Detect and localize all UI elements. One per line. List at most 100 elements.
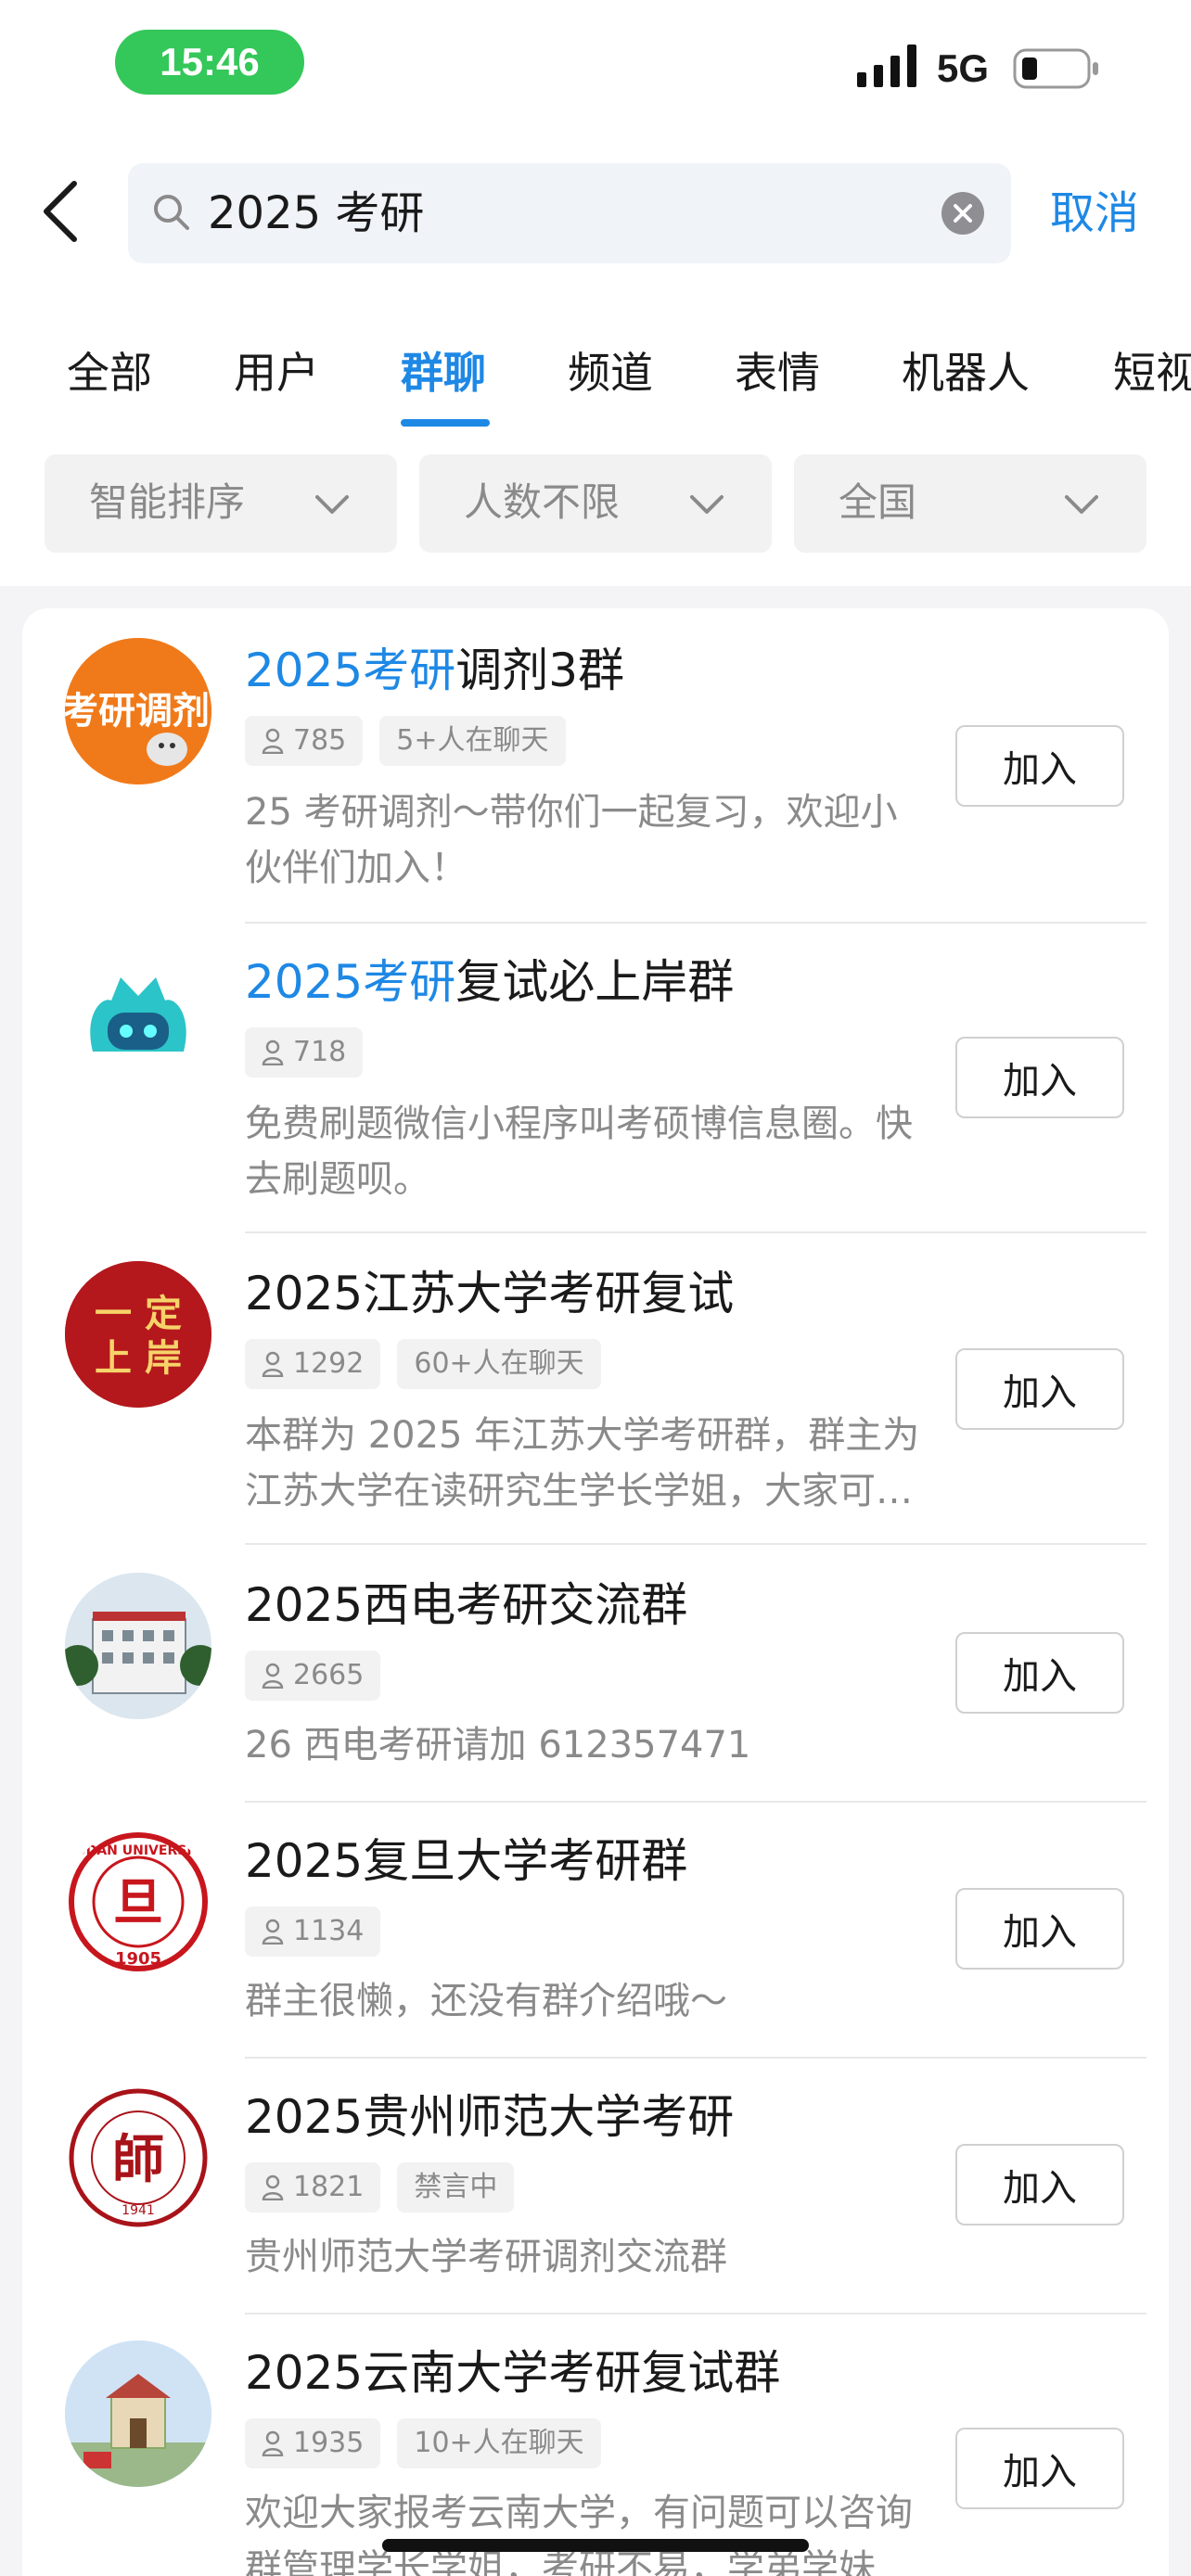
group-badges: 1821 禁言中 (245, 2162, 515, 2213)
activity-badge: 5+人在聊天 (379, 716, 566, 766)
campus-gate-avatar-icon (65, 2340, 211, 2487)
group-avatar (65, 1573, 211, 1719)
group-result-row[interactable]: 2025西电考研交流群 2665 26 西电考研请加 612357471 加入 (22, 1565, 1169, 1803)
group-badges: 1134 (245, 1906, 381, 1957)
signal-icon (857, 45, 916, 87)
campus-building-avatar-icon (65, 1573, 211, 1719)
group-badges: 1292 60+人在聊天 (245, 1339, 601, 1389)
activity-badge: 10+人在聊天 (397, 2418, 601, 2468)
group-result-row[interactable]: 一 定 上 岸 2025江苏大学考研复试 1292 60+人在聊天 本群为 20… (22, 1254, 1169, 1547)
member-count-badge: 785 (245, 716, 364, 766)
group-result-row[interactable]: 旦 1905 FUDAN UNIVERSITY 2025复旦大学考研群 1134… (22, 1821, 1169, 2059)
search-icon (154, 195, 189, 230)
chevron-down-icon (690, 495, 724, 514)
person-icon (262, 2430, 284, 2456)
member-count-badge: 1935 (245, 2418, 381, 2468)
member-count-badge: 718 (245, 1027, 364, 1078)
row-divider (245, 1231, 1146, 1233)
group-title: 2025云南大学考研复试群 (245, 2346, 781, 2400)
robot-mascot-avatar-icon (65, 950, 211, 1096)
group-title: 2025复旦大学考研群 (245, 1834, 688, 1888)
tab-stickers[interactable]: 表情 (735, 343, 820, 402)
university-seal-avatar-icon: 旦 1905 FUDAN UNIVERSITY (65, 1829, 211, 1975)
join-button[interactable]: 加入 (955, 1632, 1124, 1714)
group-avatar: 師 1941 (65, 2085, 211, 2231)
group-description: 本群为 2025 年江苏大学考研群，群主为江苏大学在读研究生学长学姐，大家可以一… (245, 1414, 920, 1512)
person-icon (262, 1663, 284, 1689)
group-avatar: 旦 1905 FUDAN UNIVERSITY (65, 1829, 211, 1975)
svg-text:FUDAN UNIVERSITY: FUDAN UNIVERSITY (67, 1843, 211, 1858)
status-time: 15:46 (115, 30, 304, 95)
group-description: 群主很懒，还没有群介绍哦～ (245, 1980, 727, 2022)
sort-filter-dropdown[interactable]: 智能排序 (45, 454, 397, 553)
chevron-down-icon (315, 495, 349, 514)
group-description: 免费刷题微信小程序叫考硕博信息圈。快去刷题呗。 (245, 1103, 913, 1201)
cancel-button[interactable]: 取消 (1050, 184, 1139, 243)
join-button[interactable]: 加入 (955, 2144, 1124, 2225)
tab-bots[interactable]: 机器人 (902, 343, 1030, 402)
tab-group-chats[interactable]: 群聊 (401, 343, 486, 402)
join-button[interactable]: 加入 (955, 2428, 1124, 2509)
group-description: 欢迎大家报考云南大学，有问题可以咨询群管理学长学姐，考研不易，学弟学妹加油 (245, 2492, 913, 2576)
group-title: 2025考研调剂3群 (245, 644, 625, 697)
join-button[interactable]: 加入 (955, 1348, 1124, 1430)
tab-users[interactable]: 用户 (234, 343, 319, 402)
search-field[interactable]: 2025 考研 (128, 163, 1011, 263)
calligraphy-avatar-icon: 一 定 上 岸 (65, 1261, 211, 1408)
back-chevron-icon[interactable] (35, 178, 83, 245)
row-divider (245, 1801, 1146, 1803)
member-count-badge: 1821 (245, 2162, 381, 2213)
group-avatar (65, 2340, 211, 2487)
group-badges: 1935 10+人在聊天 (245, 2418, 601, 2468)
svg-text:一 定: 一 定 (95, 1292, 182, 1335)
svg-text:考研调剂: 考研调剂 (65, 690, 210, 733)
svg-text:1941: 1941 (122, 2203, 155, 2218)
status-bar: 15:46 5G (0, 0, 1191, 130)
region-filter-dropdown[interactable]: 全国 (794, 454, 1146, 553)
filter-label: 全国 (839, 479, 917, 525)
join-button[interactable]: 加入 (955, 1888, 1124, 1970)
member-count-badge: 2665 (245, 1651, 381, 1701)
group-title: 2025江苏大学考研复试 (245, 1267, 735, 1320)
chevron-down-icon (1065, 495, 1098, 514)
group-avatar: 考研调剂 (65, 638, 211, 784)
battery-icon (1013, 48, 1098, 89)
network-label: 5G (937, 46, 990, 90)
group-result-row[interactable]: 2025考研复试必上岸群 718 免费刷题微信小程序叫考硕博信息圈。快去刷题呗。… (22, 942, 1169, 1235)
filter-label: 人数不限 (464, 479, 621, 525)
group-result-row[interactable]: 師 1941 2025贵州师范大学考研 1821 禁言中 贵州师范大学考研调剂交… (22, 2077, 1169, 2315)
tab-all[interactable]: 全部 (67, 343, 152, 402)
tab-short-videos[interactable]: 短视 (1113, 343, 1191, 402)
join-button[interactable]: 加入 (955, 725, 1124, 807)
svg-text:師: 師 (112, 2129, 164, 2190)
search-category-tabs: 全部 用户 群聊 频道 表情 机器人 短视 (0, 343, 1191, 432)
search-query[interactable]: 2025 考研 (208, 185, 424, 241)
group-avatar: 一 定 上 岸 (65, 1261, 211, 1408)
active-tab-indicator (401, 419, 490, 427)
row-divider (245, 922, 1146, 924)
clear-search-icon[interactable] (941, 191, 985, 236)
person-icon (262, 1351, 284, 1377)
group-result-row[interactable]: 考研调剂 2025考研调剂3群 785 5+人在聊天 25 考研调剂～带你们一起… (22, 631, 1169, 924)
group-badges: 718 (245, 1027, 364, 1078)
activity-badge: 60+人在聊天 (397, 1339, 601, 1389)
group-badges: 2665 (245, 1651, 381, 1701)
member-count-badge: 1134 (245, 1906, 381, 1957)
muted-badge: 禁言中 (397, 2162, 515, 2213)
join-button[interactable]: 加入 (955, 1037, 1124, 1118)
row-divider (245, 2313, 1146, 2315)
group-title: 2025贵州师范大学考研 (245, 2090, 735, 2144)
home-indicator[interactable] (382, 2539, 809, 2552)
member-count-filter-dropdown[interactable]: 人数不限 (419, 454, 772, 553)
group-description: 26 西电考研请加 612357471 (245, 1724, 751, 1766)
svg-text:旦: 旦 (113, 1872, 163, 1932)
group-avatar (65, 950, 211, 1096)
svg-text:1905: 1905 (115, 1949, 161, 1969)
filter-label: 智能排序 (89, 479, 246, 525)
person-icon (262, 1039, 284, 1065)
tab-channels[interactable]: 频道 (568, 343, 653, 402)
group-description: 25 考研调剂～带你们一起复习，欢迎小伙伴们加入！ (245, 791, 898, 889)
person-icon (262, 1919, 284, 1945)
row-divider (245, 2057, 1146, 2059)
person-icon (262, 728, 284, 754)
